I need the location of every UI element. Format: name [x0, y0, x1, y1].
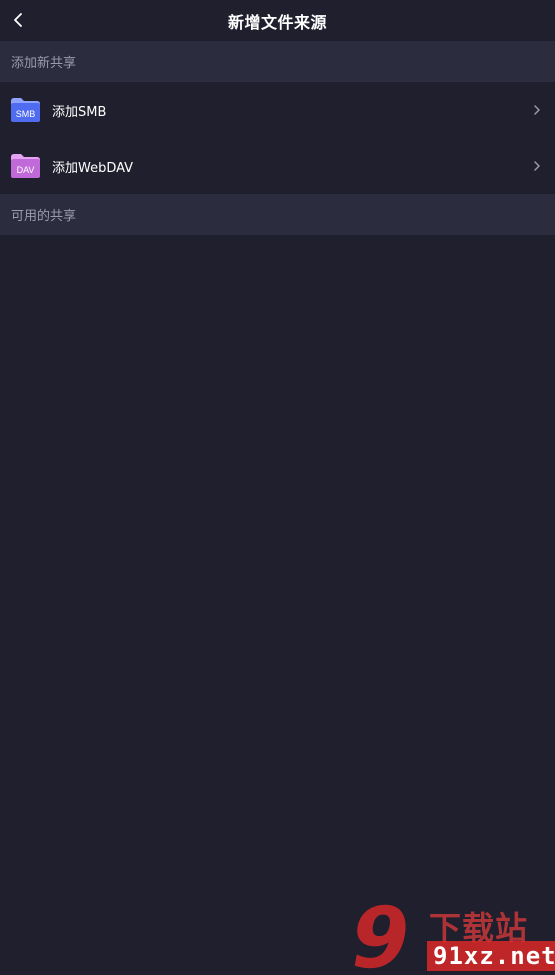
chevron-right-icon	[534, 105, 540, 115]
back-button[interactable]	[4, 6, 32, 34]
top-bar: 新增文件来源	[0, 0, 555, 41]
watermark-nine-text: 9	[353, 901, 418, 973]
dav-folder-text: DAV	[17, 165, 35, 175]
add-webdav-label: 添加WebDAV	[52, 160, 134, 176]
section-header-add-new: 添加新共享	[0, 41, 555, 82]
add-smb-row[interactable]: SMB 添加SMB	[0, 82, 555, 138]
page-title: 新增文件来源	[227, 12, 327, 32]
chevron-right-icon	[534, 161, 540, 171]
dav-folder-icon: DAV	[11, 154, 40, 178]
watermark-nine-icon: 9	[353, 901, 418, 973]
smb-folder-text: SMB	[16, 109, 36, 119]
section-header-available: 可用的共享	[0, 194, 555, 235]
chevron-left-icon	[14, 13, 22, 27]
add-file-source-screen: 新增文件来源 添加新共享 SMB 添加SMB DAV 添加WebDAV 可用的共…	[0, 0, 555, 975]
watermark-logo: 9 下载站 91xz.net	[353, 901, 555, 973]
smb-folder-icon: SMB	[11, 98, 40, 122]
add-smb-label: 添加SMB	[52, 104, 107, 120]
add-webdav-row[interactable]: DAV 添加WebDAV	[0, 138, 555, 194]
watermark-url: 91xz.net	[427, 941, 555, 971]
